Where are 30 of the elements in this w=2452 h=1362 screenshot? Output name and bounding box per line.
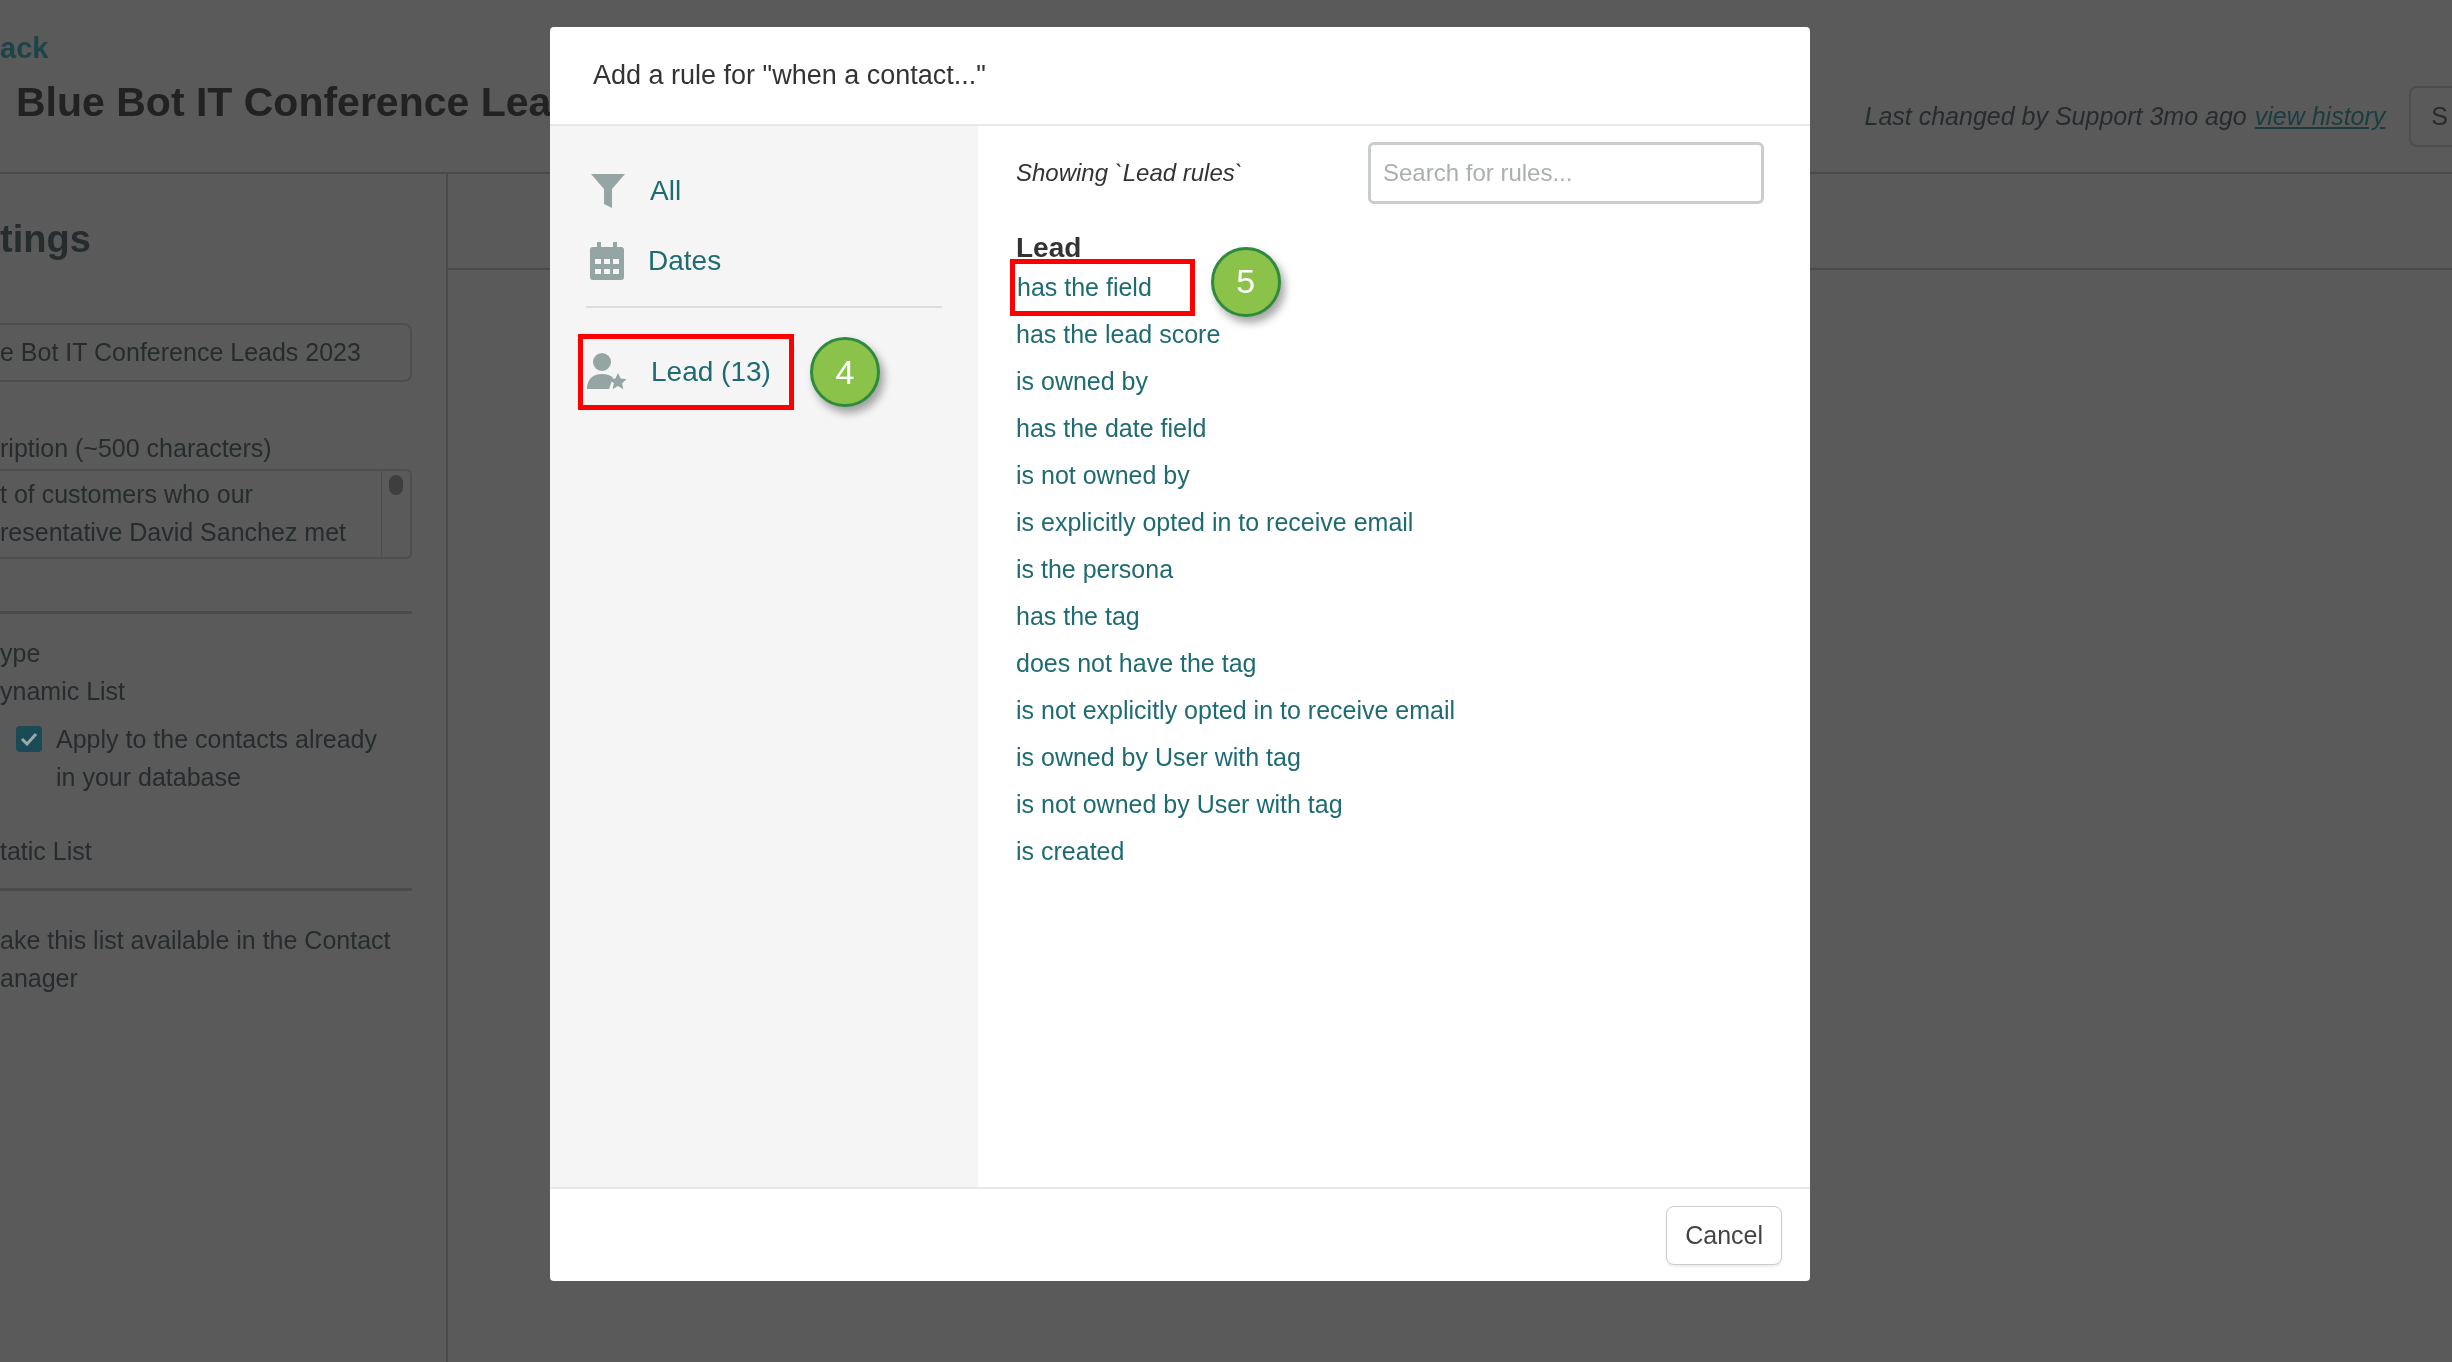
- user-star-icon: [587, 353, 627, 391]
- page-title: Blue Bot IT Conference Lea: [16, 79, 552, 126]
- rule-link[interactable]: has the field: [1010, 259, 1195, 316]
- rule-link[interactable]: is not explicitly opted in to receive email: [1016, 687, 1764, 734]
- calendar-icon: [590, 242, 624, 280]
- category-label: Dates: [648, 245, 722, 277]
- rule-link[interactable]: does not have the tag: [1016, 640, 1764, 687]
- funnel-icon: [590, 173, 626, 209]
- rule-link[interactable]: is owned by User with tag: [1016, 734, 1764, 781]
- step-badge: 4: [809, 337, 880, 407]
- scrollbar-thumb[interactable]: [389, 475, 403, 495]
- search-field[interactable]: Search for rules...: [1368, 142, 1764, 204]
- checkbox[interactable]: [16, 726, 42, 752]
- rule-link[interactable]: is not owned by User with tag: [1016, 781, 1764, 828]
- category-label: All: [650, 175, 682, 207]
- filter-caption: Showing `Lead rules`: [1016, 159, 1243, 187]
- category-item[interactable]: All: [586, 156, 942, 226]
- checkmark-icon: [20, 732, 38, 746]
- rule-link[interactable]: is not owned by: [1016, 452, 1764, 499]
- cancel-button[interactable]: Cancel: [1666, 1205, 1782, 1265]
- rule-link[interactable]: has the date field: [1016, 405, 1764, 452]
- category-item[interactable]: Dates: [586, 226, 942, 296]
- category-item[interactable]: Lead (13): [578, 334, 794, 410]
- step-badge: 5: [1210, 246, 1281, 317]
- rule-link[interactable]: is created: [1016, 828, 1764, 875]
- rule-link[interactable]: is the persona: [1016, 546, 1764, 593]
- rule-link[interactable]: has the tag: [1016, 593, 1764, 640]
- rule-link[interactable]: is explicitly opted in to receive email: [1016, 499, 1764, 546]
- rule-link[interactable]: is owned by: [1016, 358, 1764, 405]
- category-label: Lead (13): [651, 356, 771, 388]
